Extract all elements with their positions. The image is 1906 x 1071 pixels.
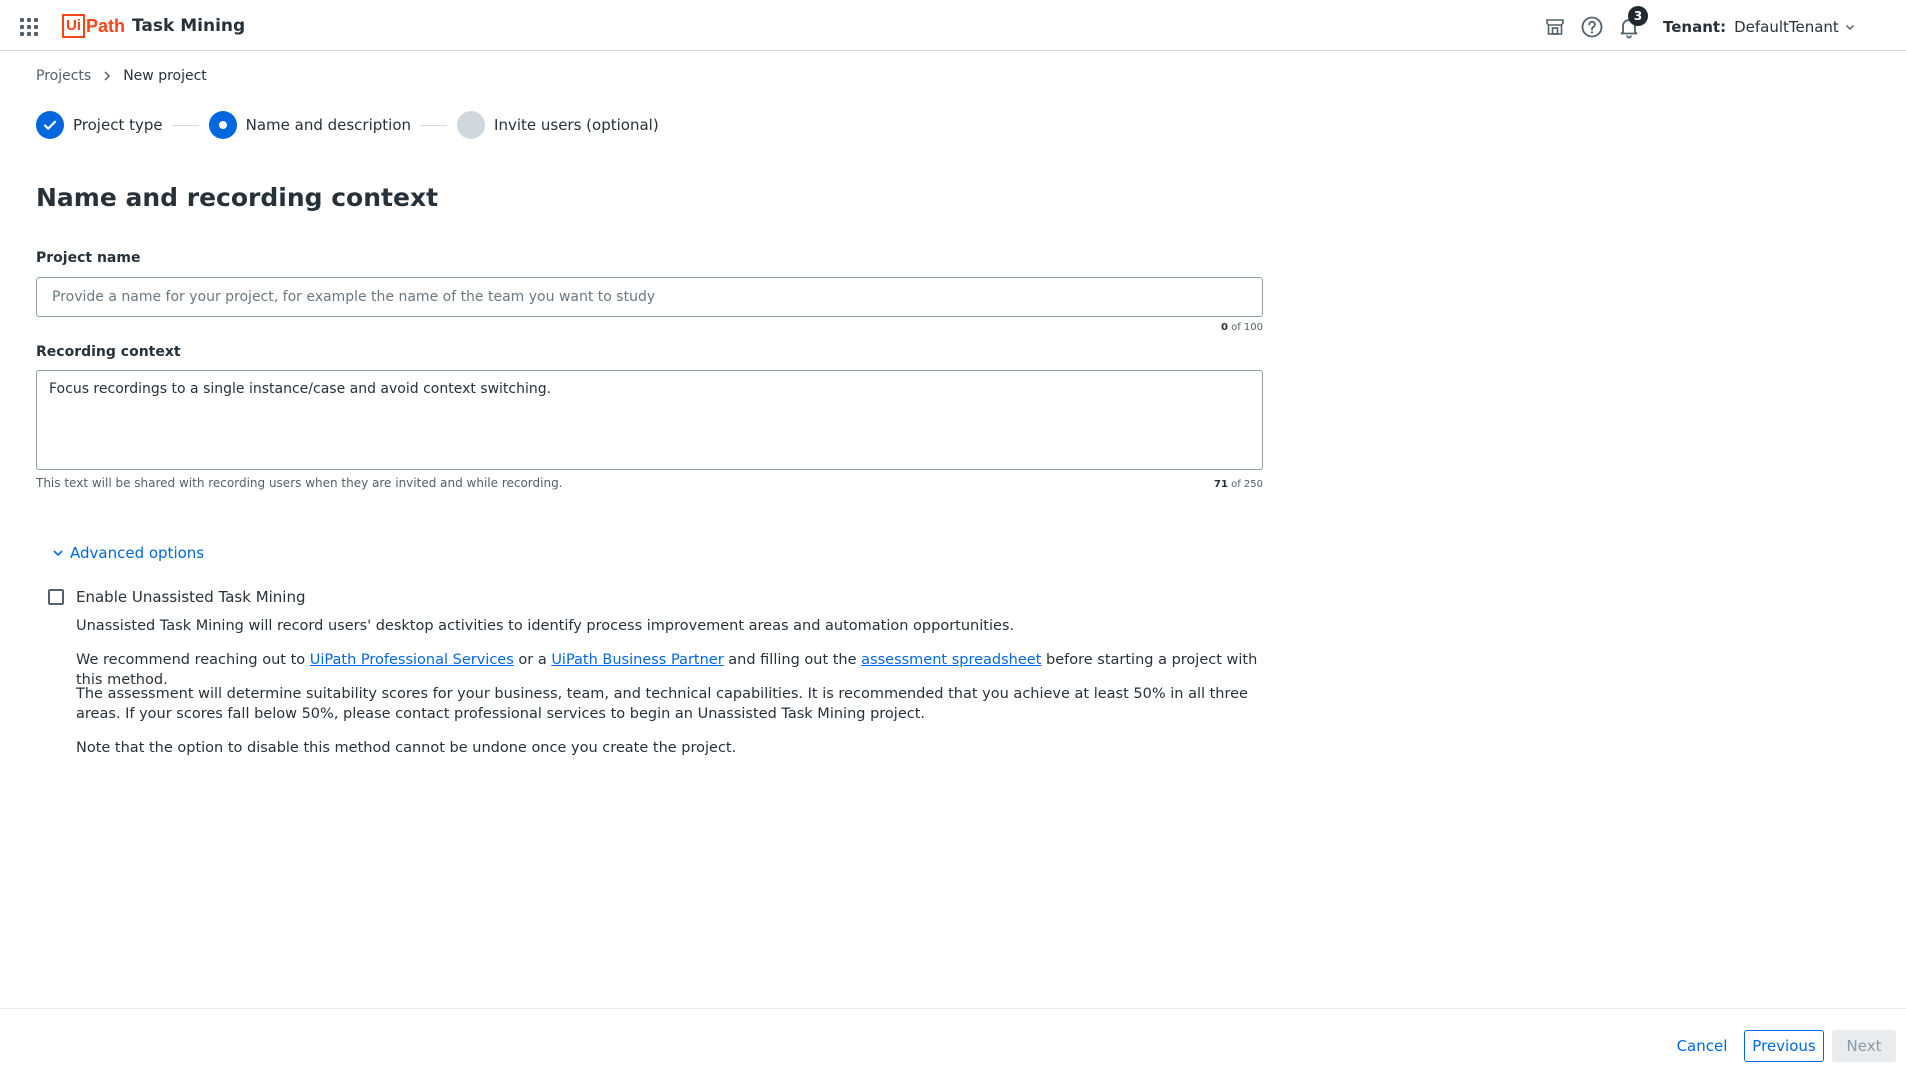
text-fragment: and filling out the [723, 652, 862, 668]
step-connector [172, 124, 199, 126]
recording-context-helper-text: This text will be shared with recording … [36, 476, 563, 490]
recording-context-counter: 71 of 250 [1163, 479, 1263, 490]
next-button[interactable]: Next [1832, 1030, 1896, 1062]
text-fragment: or a [513, 652, 552, 668]
project-name-count: 0 [1220, 322, 1228, 333]
chevron-right-icon [104, 71, 111, 81]
breadcrumb-current: New project [123, 68, 207, 84]
enable-unassisted-checkbox[interactable] [48, 589, 64, 605]
wizard-stepper: Project type Name and description Invite… [36, 110, 659, 140]
step-project-type[interactable]: Project type [36, 111, 163, 139]
tenant-value: DefaultTenant [1734, 18, 1839, 36]
store-icon[interactable] [1543, 15, 1567, 39]
page-title: Name and recording context [36, 183, 439, 212]
logo-box: Ui [62, 14, 85, 38]
footer-bar [0, 1008, 1906, 1071]
chevron-down-icon [1845, 24, 1854, 31]
text-fragment: We recommend reaching out to [76, 652, 310, 668]
logo-word: Path [86, 15, 126, 36]
business-partner-link[interactable]: UiPath Business Partner [551, 652, 723, 668]
step-active-icon [208, 111, 237, 139]
breadcrumb-projects-link[interactable]: Projects [36, 68, 91, 84]
step-label: Name and description [245, 116, 412, 134]
disable-note: Note that the option to disable this met… [76, 740, 737, 756]
assessment-spreadsheet-link[interactable]: assessment spreadsheet [861, 652, 1041, 668]
recording-context-count-suffix: of 250 [1227, 479, 1263, 490]
advanced-options-label: Advanced options [70, 544, 205, 562]
advanced-options-toggle[interactable]: Advanced options [52, 544, 204, 562]
enable-unassisted-row[interactable]: Enable Unassisted Task Mining [48, 588, 306, 606]
previous-button[interactable]: Previous [1744, 1030, 1824, 1062]
unassisted-description: Unassisted Task Mining will record users… [76, 618, 1015, 634]
step-pending-icon [457, 111, 486, 139]
help-icon[interactable] [1580, 15, 1604, 39]
step-label: Invite users (optional) [494, 116, 659, 134]
professional-services-link[interactable]: UiPath Professional Services [310, 652, 514, 668]
project-name-input[interactable] [36, 277, 1263, 317]
step-name-and-description: Name and description [208, 111, 412, 139]
notification-count-badge: 3 [1628, 6, 1648, 26]
app-launcher-grid-icon[interactable] [20, 18, 40, 36]
top-bar: Ui Path Task Mining 3 Tenant: DefaultTen… [0, 0, 1906, 51]
step-label: Project type [73, 116, 163, 134]
recording-context-count: 71 [1213, 479, 1228, 490]
assessment-description: The assessment will determine suitabilit… [76, 686, 1248, 722]
enable-unassisted-label: Enable Unassisted Task Mining [76, 588, 306, 606]
tenant-label: Tenant: [1663, 18, 1727, 36]
recording-context-textarea[interactable]: Focus recordings to a single instance/ca… [36, 370, 1263, 470]
breadcrumb: Projects New project [36, 68, 207, 84]
project-name-count-suffix: of 100 [1227, 322, 1263, 333]
step-complete-check-icon [36, 111, 64, 139]
recording-context-label: Recording context [36, 344, 181, 360]
tenant-selector[interactable]: Tenant: DefaultTenant [1663, 18, 1855, 36]
uipath-logo[interactable]: Ui Path [62, 14, 125, 38]
step-connector [421, 124, 448, 126]
chevron-down-icon [53, 550, 63, 557]
step-invite-users: Invite users (optional) [457, 111, 659, 139]
project-name-label: Project name [36, 250, 141, 266]
cancel-button[interactable]: Cancel [1670, 1030, 1734, 1062]
project-name-counter: 0 of 100 [1163, 322, 1263, 333]
product-name: Task Mining [132, 16, 246, 36]
